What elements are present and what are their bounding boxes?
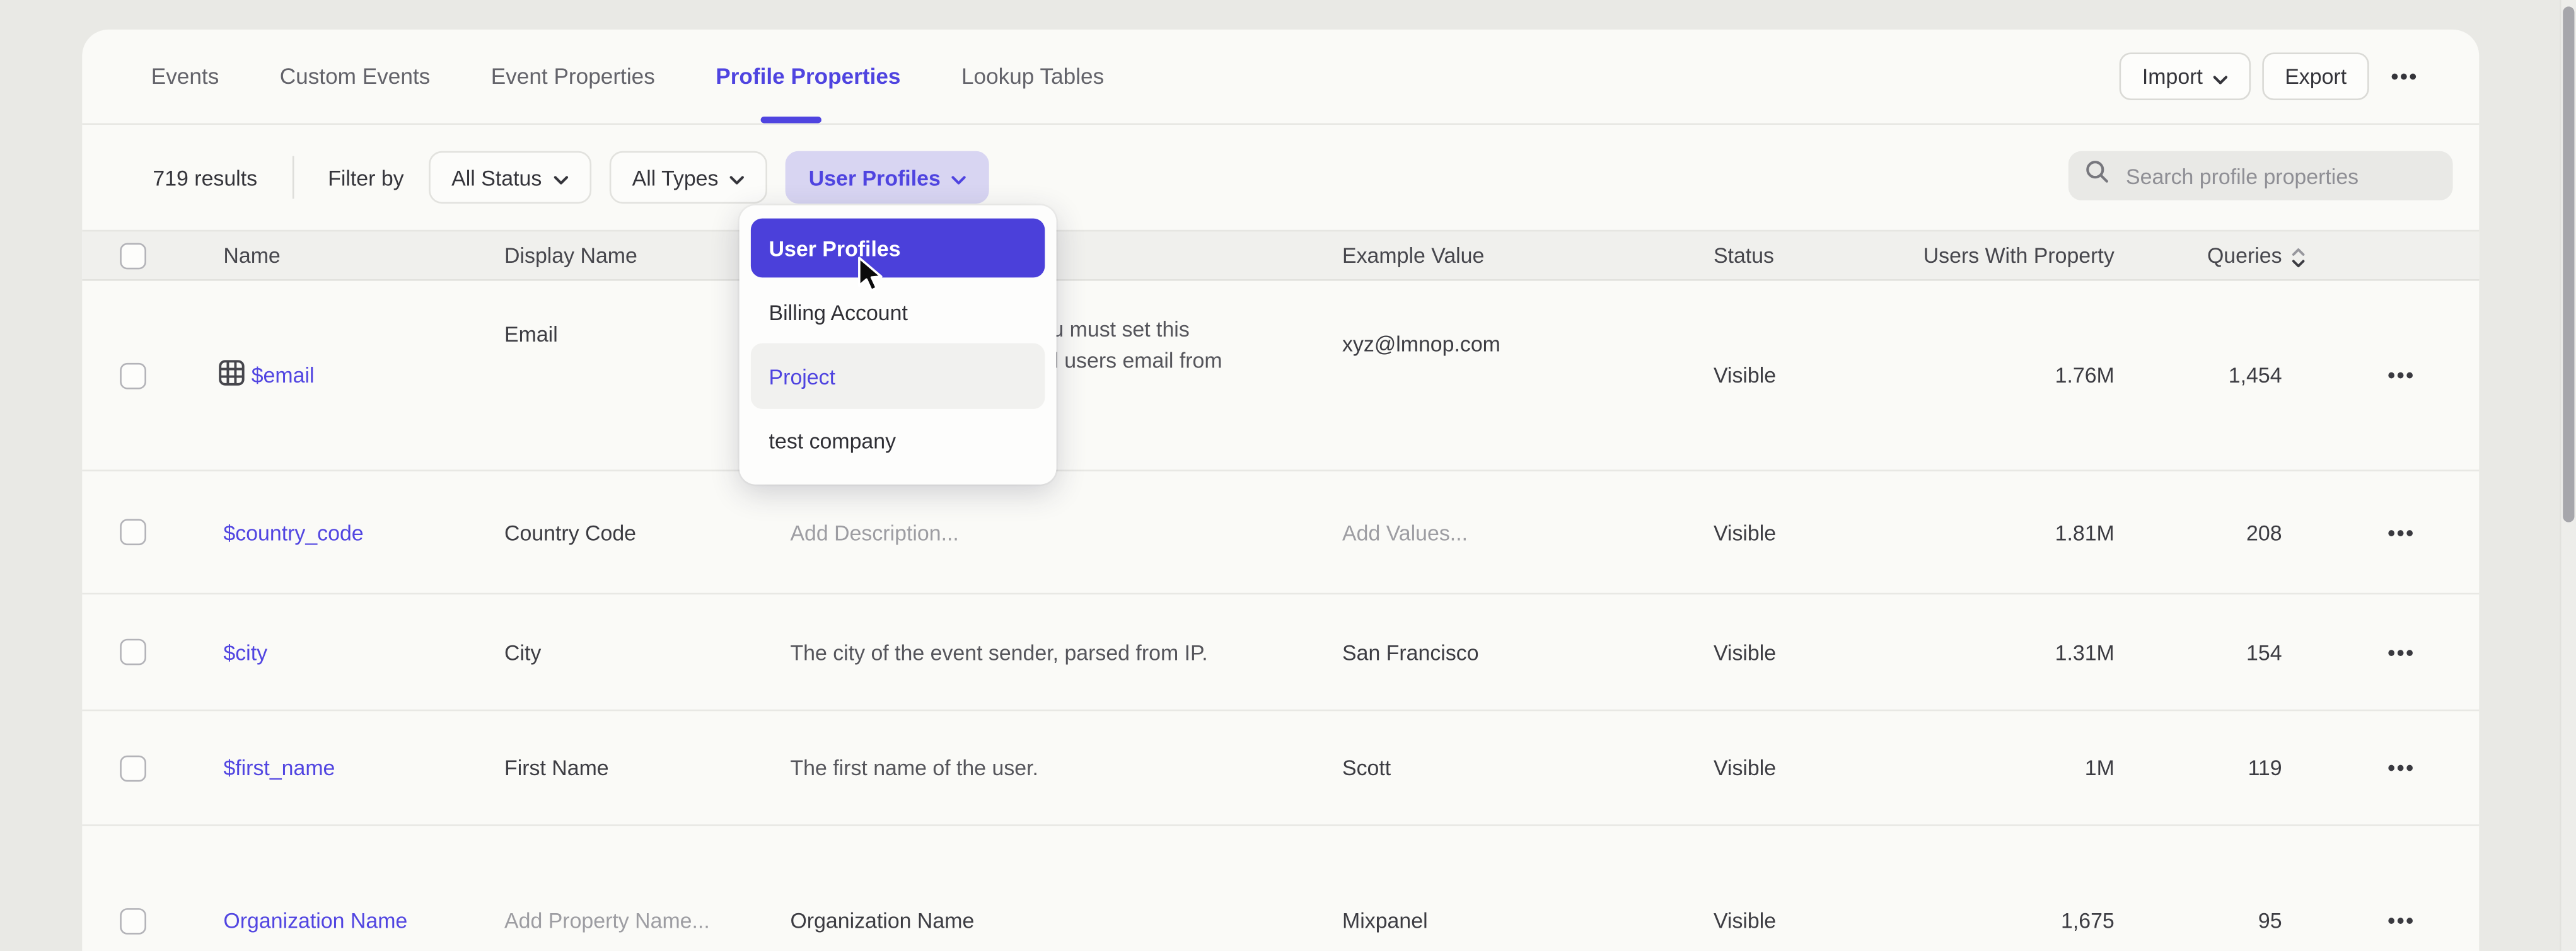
description: ou must set this d users email from bbox=[1040, 315, 1222, 376]
type-filter-label: All Types bbox=[632, 165, 719, 190]
users-with-property-value: 1,675 bbox=[1919, 908, 2115, 933]
row-more-button[interactable]: ••• bbox=[2378, 906, 2425, 934]
row-checkbox[interactable] bbox=[120, 362, 146, 389]
column-header-queries[interactable]: Queries bbox=[2137, 243, 2305, 268]
chevron-down-icon bbox=[952, 166, 966, 190]
status-value: Visible bbox=[1714, 363, 1919, 388]
queries-value: 208 bbox=[2115, 520, 2282, 545]
row-checkbox[interactable] bbox=[120, 639, 146, 666]
divider bbox=[292, 156, 294, 199]
table-header: Name Display Name Example Value Status U… bbox=[82, 230, 2479, 281]
table-row: $city City The city of the event sender,… bbox=[82, 594, 2479, 711]
users-with-property-value: 1.81M bbox=[1919, 520, 2115, 545]
more-options-button[interactable]: ••• bbox=[2381, 64, 2428, 89]
tab-lookup-tables[interactable]: Lookup Tables bbox=[961, 64, 1104, 89]
status-value: Visible bbox=[1714, 640, 1919, 664]
users-with-property-value: 1.31M bbox=[1919, 640, 2115, 664]
row-checkbox[interactable] bbox=[120, 519, 146, 545]
column-header-users-with-property: Users With Property bbox=[1919, 243, 2115, 268]
add-values-placeholder[interactable]: Add Values... bbox=[1342, 520, 1714, 545]
tab-events[interactable]: Events bbox=[151, 64, 219, 89]
row-checkbox[interactable] bbox=[120, 908, 146, 934]
description: Organization Name bbox=[790, 908, 1342, 933]
profile-type-filter-dropdown[interactable]: User Profiles bbox=[786, 151, 990, 204]
status-filter-dropdown[interactable]: All Status bbox=[429, 151, 591, 204]
dropdown-item-user-profiles[interactable]: User Profiles bbox=[751, 219, 1045, 278]
status-filter-label: All Status bbox=[451, 165, 542, 190]
chevron-down-icon bbox=[730, 166, 745, 190]
description: The first name of the user. bbox=[790, 756, 1342, 780]
search-box bbox=[2068, 151, 2453, 200]
import-button[interactable]: Import bbox=[2119, 52, 2250, 100]
row-more-button[interactable]: ••• bbox=[2378, 638, 2425, 666]
tab-profile-properties[interactable]: Profile Properties bbox=[716, 64, 900, 89]
dropdown-item-billing-account[interactable]: Billing Account bbox=[751, 281, 1045, 343]
table-row: $first_name First Name The first name of… bbox=[82, 711, 2479, 826]
status-value: Visible bbox=[1714, 756, 1919, 780]
profile-type-dropdown-menu: User Profiles Billing Account Project te… bbox=[740, 205, 1057, 485]
table-row: $email Email xyz@lmnop.com Visible 1.76M… bbox=[82, 281, 2479, 471]
users-with-property-value: 1M bbox=[1919, 756, 2115, 780]
row-checkbox[interactable] bbox=[120, 754, 146, 781]
column-header-status: Status bbox=[1714, 243, 1919, 268]
filter-bar: 719 results Filter by All Status All Typ… bbox=[82, 125, 2479, 230]
property-name-link[interactable]: $email bbox=[252, 363, 315, 388]
chevron-down-icon bbox=[554, 166, 568, 190]
profile-properties-page: Events Custom Events Event Properties Pr… bbox=[0, 0, 2576, 951]
property-name-link[interactable]: $country_code bbox=[223, 520, 363, 545]
column-header-example-value: Example Value bbox=[1342, 243, 1714, 268]
display-name: First Name bbox=[504, 756, 790, 780]
table-grid-icon bbox=[219, 360, 245, 391]
tab-event-properties[interactable]: Event Properties bbox=[491, 64, 655, 89]
tab-bar: Events Custom Events Event Properties Pr… bbox=[82, 30, 2479, 125]
results-count: 719 results bbox=[153, 165, 257, 190]
select-all-checkbox[interactable] bbox=[120, 242, 146, 268]
queries-value: 1,454 bbox=[2115, 363, 2282, 388]
queries-value: 95 bbox=[2115, 908, 2282, 933]
tab-custom-events[interactable]: Custom Events bbox=[280, 64, 431, 89]
content-card: Events Custom Events Event Properties Pr… bbox=[82, 30, 2479, 951]
active-tab-underline bbox=[761, 117, 821, 123]
type-filter-dropdown[interactable]: All Types bbox=[609, 151, 768, 204]
example-value: San Francisco bbox=[1342, 640, 1714, 664]
search-icon bbox=[2085, 159, 2109, 192]
status-value: Visible bbox=[1714, 520, 1919, 545]
import-button-label: Import bbox=[2142, 64, 2203, 89]
queries-header-label: Queries bbox=[2207, 243, 2282, 268]
row-more-button[interactable]: ••• bbox=[2378, 754, 2425, 781]
profile-type-filter-label: User Profiles bbox=[809, 165, 941, 190]
example-value: xyz@lmnop.com bbox=[1342, 331, 1714, 356]
queries-value: 119 bbox=[2115, 756, 2282, 780]
dropdown-item-test-company[interactable]: test company bbox=[751, 409, 1045, 471]
column-header-name: Name bbox=[219, 243, 504, 268]
add-property-name-placeholder[interactable]: Add Property Name... bbox=[504, 908, 790, 933]
row-more-button[interactable]: ••• bbox=[2378, 361, 2425, 389]
display-name: Country Code bbox=[504, 520, 790, 545]
description: The city of the event sender, parsed fro… bbox=[790, 640, 1342, 664]
export-button[interactable]: Export bbox=[2262, 52, 2370, 100]
display-name: City bbox=[504, 640, 790, 664]
status-value: Visible bbox=[1714, 908, 1919, 933]
row-more-button[interactable]: ••• bbox=[2378, 518, 2425, 546]
add-description-placeholder[interactable]: Add Description... bbox=[790, 520, 1342, 545]
property-name-link[interactable]: $city bbox=[223, 640, 267, 664]
queries-value: 154 bbox=[2115, 640, 2282, 664]
scrollbar-thumb[interactable] bbox=[2563, 6, 2574, 522]
table-row: Organization Name Add Property Name... O… bbox=[82, 826, 2479, 951]
property-name-link[interactable]: Organization Name bbox=[223, 908, 407, 933]
users-with-property-value: 1.76M bbox=[1919, 363, 2115, 388]
example-value: Mixpanel bbox=[1342, 908, 1714, 933]
chevron-down-icon bbox=[2213, 65, 2227, 89]
property-name-link[interactable]: $first_name bbox=[223, 756, 335, 780]
dropdown-item-project[interactable]: Project bbox=[751, 343, 1045, 409]
example-value: Scott bbox=[1342, 756, 1714, 780]
toolbar: Import Export ••• bbox=[2119, 52, 2428, 100]
filter-by-label: Filter by bbox=[328, 165, 403, 190]
sort-icon[interactable] bbox=[2292, 247, 2305, 267]
search-input[interactable] bbox=[2123, 162, 2437, 190]
export-button-label: Export bbox=[2285, 64, 2347, 89]
table-row: $country_code Country Code Add Descripti… bbox=[82, 471, 2479, 594]
cursor-icon bbox=[856, 256, 892, 304]
